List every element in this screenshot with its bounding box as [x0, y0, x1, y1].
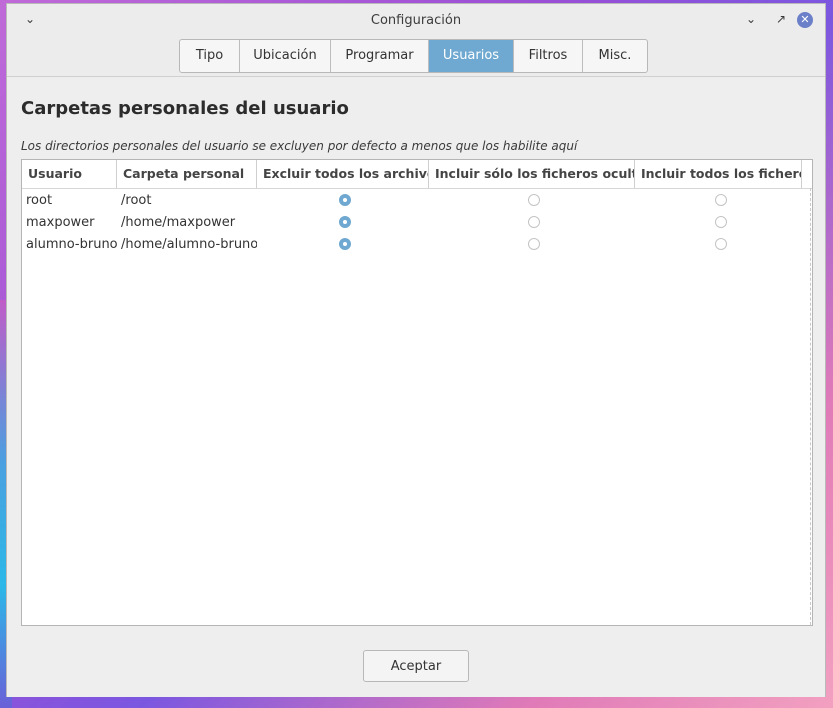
tab-bar: Tipo Ubicación Programar Usuarios Filtro…	[179, 39, 648, 73]
table-scroll-edge	[810, 188, 812, 625]
hidden-only-radio[interactable]	[528, 238, 540, 250]
table-row[interactable]: root /root	[22, 189, 812, 211]
users-table: Usuario Carpeta personal Excluir todos l…	[21, 159, 813, 626]
accept-button[interactable]: Aceptar	[363, 650, 469, 682]
home-folder: /root	[121, 192, 152, 208]
maximize-icon[interactable]: ↗	[772, 10, 790, 28]
users-panel: Carpetas personales del usuario Los dire…	[7, 77, 825, 697]
hidden-only-radio[interactable]	[528, 216, 540, 228]
tab-filtros[interactable]: Filtros	[514, 40, 583, 72]
page-title: Carpetas personales del usuario	[21, 98, 349, 119]
include-all-radio[interactable]	[714, 238, 727, 250]
tab-misc[interactable]: Misc.	[583, 40, 647, 72]
column-header-todos[interactable]: Incluir todos los ficheros	[635, 160, 802, 188]
tab-usuarios[interactable]: Usuarios	[429, 40, 514, 72]
tab-tipo[interactable]: Tipo	[180, 40, 240, 72]
home-folder: /home/maxpower	[121, 214, 236, 230]
column-header-excluir[interactable]: Excluir todos los archivos	[257, 160, 429, 188]
column-header-ocultos[interactable]: Incluir sólo los ficheros ocultos	[429, 160, 635, 188]
tab-programar[interactable]: Programar	[331, 40, 429, 72]
column-header-filler	[802, 160, 812, 188]
home-folder: /home/alumno-bruno	[121, 236, 257, 252]
close-icon[interactable]: ✕	[797, 12, 813, 28]
include-all-radio[interactable]	[714, 216, 727, 228]
title-bar: ⌄ Configuración ⌄ ↗ ✕ Tipo Ubicación Pro…	[7, 4, 825, 76]
user-name: maxpower	[26, 214, 95, 230]
window-title: Configuración	[370, 13, 462, 28]
user-name: alumno-bruno	[26, 236, 117, 252]
table-row[interactable]: alumno-bruno /home/alumno-bruno	[22, 233, 812, 255]
configuration-window: ⌄ Configuración ⌄ ↗ ✕ Tipo Ubicación Pro…	[6, 3, 826, 697]
include-all-radio[interactable]	[714, 194, 727, 206]
minimize-icon[interactable]: ⌄	[742, 10, 760, 28]
exclude-all-radio[interactable]	[339, 194, 351, 206]
hidden-only-radio[interactable]	[528, 194, 540, 206]
table-row[interactable]: maxpower /home/maxpower	[22, 211, 812, 233]
table-header: Usuario Carpeta personal Excluir todos l…	[22, 160, 812, 189]
table-body: root /root maxpower /home/maxpower alumn…	[22, 189, 812, 255]
user-name: root	[26, 192, 53, 208]
tab-ubicacion[interactable]: Ubicación	[240, 40, 331, 72]
page-description: Los directorios personales del usuario s…	[21, 139, 578, 153]
exclude-all-radio[interactable]	[339, 238, 351, 250]
exclude-all-radio[interactable]	[339, 216, 351, 228]
column-header-usuario[interactable]: Usuario	[22, 160, 117, 188]
column-header-carpeta[interactable]: Carpeta personal	[117, 160, 257, 188]
